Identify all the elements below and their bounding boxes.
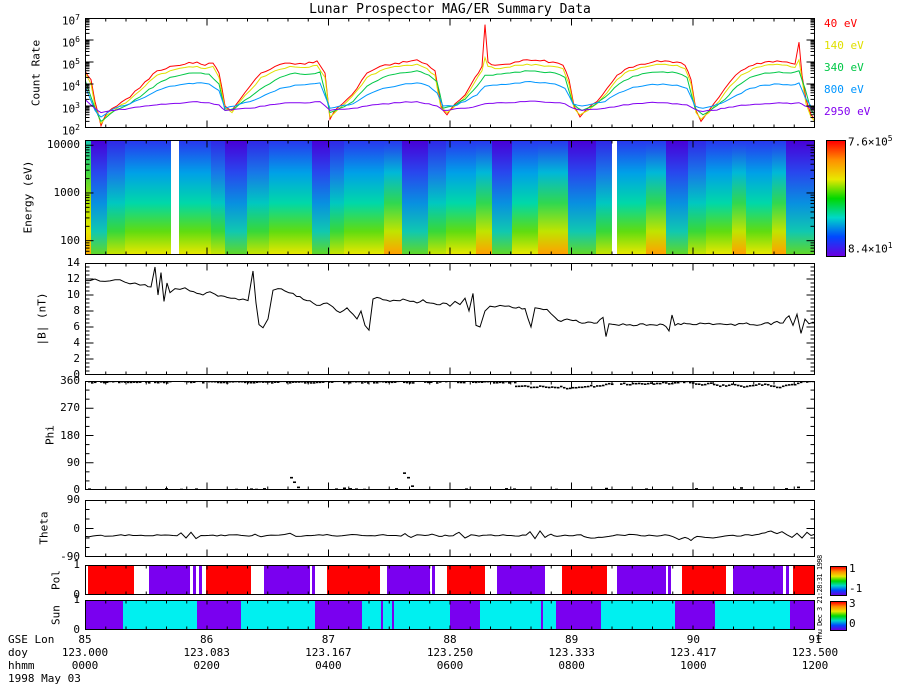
xaxis-row-hhmm: hhmm xyxy=(8,659,35,672)
x-tick-value: 123.500 xyxy=(791,646,839,659)
phi-plot-area xyxy=(85,381,815,490)
y-tick-label: 90 xyxy=(66,493,80,506)
x-tick-value: 123.167 xyxy=(305,646,352,659)
x-tick-value: 0400 xyxy=(315,659,342,672)
x-tick-value: 123.333 xyxy=(548,646,595,659)
y-tick-label: 0 xyxy=(73,623,80,636)
ylabel-count-rate: Count Rate xyxy=(29,39,43,107)
x-tick-value: 0200 xyxy=(193,659,220,672)
series-theta xyxy=(85,530,815,542)
sun-colorbar xyxy=(830,601,847,631)
x-tick-value: 87 xyxy=(321,633,335,646)
series-800-ev xyxy=(85,80,815,118)
panel-b-magnitude xyxy=(85,263,815,375)
y-tick-label: 4 xyxy=(73,336,80,349)
y-tick-label: 8 xyxy=(73,304,80,317)
countrate-plot-area xyxy=(85,18,815,128)
panel-phi xyxy=(85,381,815,490)
xaxis-row-doy: doy xyxy=(8,646,28,659)
y-tick-label: 1 xyxy=(73,558,80,571)
x-tick-value: 1200 xyxy=(801,659,829,672)
legend-item: 140 eV xyxy=(824,39,864,52)
y-tick-label: 104 xyxy=(61,79,80,94)
colorbar-max-label: 7.6×105 xyxy=(848,134,893,149)
colorbar-min-label: 8.4×101 xyxy=(848,241,893,256)
panel-count-rate xyxy=(85,18,815,128)
legend-item: 40 eV xyxy=(824,17,858,30)
x-tick-value: 0800 xyxy=(558,659,585,672)
y-tick-label: 360 xyxy=(60,374,80,387)
ylabel-sun: Sun xyxy=(49,605,63,625)
panel-pol xyxy=(85,565,815,595)
creation-timestamp: Thu Dec 3 21:28:31 1998 xyxy=(816,555,824,641)
pol-scale-max: 1 xyxy=(849,562,856,575)
spectrogram-colorbar xyxy=(826,140,846,257)
page-title: Lunar Prospector MAG/ER Summary Data xyxy=(309,2,591,17)
x-tick-value: 89 xyxy=(565,633,579,646)
x-tick-value: 86 xyxy=(200,633,214,646)
sun-scale-max: 3 xyxy=(849,597,856,610)
y-tick-label: 180 xyxy=(60,428,80,442)
series-|b| xyxy=(85,266,815,337)
y-tick-label: 14 xyxy=(66,256,80,269)
lunar-prospector-summary-plot: Lunar Prospector MAG/ER Summary Data Cou… xyxy=(0,0,900,700)
sun-plot-area xyxy=(85,600,815,630)
pol-scale-min: -1 xyxy=(849,582,863,595)
y-tick-label: 270 xyxy=(60,401,80,415)
x-tick-value: 0000 xyxy=(71,659,99,672)
bmag-plot-area xyxy=(85,263,815,375)
y-tick-label: 0 xyxy=(73,521,80,535)
y-tick-label: 10000 xyxy=(46,138,80,152)
y-tick-label: 6 xyxy=(73,320,80,333)
x-tick-value: 1000 xyxy=(680,659,707,672)
theta-plot-area xyxy=(85,500,815,557)
legend-item: 340 eV xyxy=(824,61,864,74)
panel-energy-spectrogram xyxy=(85,140,815,255)
legend-item: 800 eV xyxy=(824,83,864,96)
y-tick-label: 100 xyxy=(60,233,80,247)
panel-theta xyxy=(85,500,815,557)
x-tick-value: 123.083 xyxy=(183,646,230,659)
y-tick-label: 102 xyxy=(61,123,80,138)
pol-plot-area xyxy=(85,565,815,595)
y-tick-label: 90 xyxy=(66,455,80,469)
xaxis-date: 1998 May 03 xyxy=(8,672,81,685)
sun-scale-min: 0 xyxy=(849,617,856,630)
y-tick-label: 1000 xyxy=(53,185,81,199)
y-tick-label: 107 xyxy=(61,13,80,28)
series-340-ev xyxy=(85,70,815,123)
panel-sun xyxy=(85,600,815,630)
x-tick-value: 123.250 xyxy=(426,646,474,659)
x-tick-value: 0600 xyxy=(436,659,464,672)
x-tick-value: 123.417 xyxy=(670,646,717,659)
y-tick-label: 106 xyxy=(61,35,80,50)
y-tick-label: 1 xyxy=(73,593,80,606)
legend-item: 2950 eV xyxy=(824,105,871,118)
x-tick-value: 88 xyxy=(443,633,457,646)
x-tick-value: 91 xyxy=(808,633,822,646)
x-tick-value: 90 xyxy=(686,633,700,646)
ylabel-pol: Pol xyxy=(49,570,63,590)
x-tick-value: 123.000 xyxy=(61,646,109,659)
y-tick-label: 10 xyxy=(66,288,80,301)
pol-colorbar xyxy=(830,566,847,596)
y-tick-label: 2 xyxy=(73,352,80,365)
y-tick-label: 12 xyxy=(66,272,80,285)
y-tick-label: 103 xyxy=(61,101,80,116)
y-tick-label: 105 xyxy=(61,57,80,72)
energy-plot-area xyxy=(85,140,815,255)
